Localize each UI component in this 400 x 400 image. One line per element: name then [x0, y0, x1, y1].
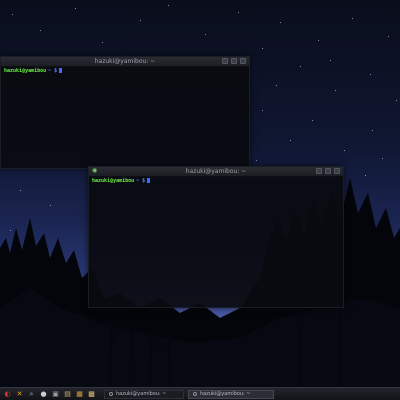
system-menu-icon[interactable]: ◐ [3, 390, 12, 399]
file-manager-icon[interactable]: ▤ [63, 390, 72, 399]
text-cursor [59, 68, 63, 73]
terminal-window-2[interactable]: ◉ hazuki@yamibou: ~ hazuki@yamibou ~ $ [88, 166, 344, 308]
shell-prompt[interactable]: hazuki@yamibou ~ $ [89, 177, 343, 186]
maximize-icon[interactable] [325, 168, 331, 174]
window-title: hazuki@yamibou: ~ [185, 168, 247, 175]
minimize-icon[interactable] [222, 58, 228, 64]
terminal-icon[interactable]: ▣ [51, 390, 60, 399]
prompt-user: hazuki@yamibou [4, 68, 47, 74]
window-titlebar[interactable]: ◉ hazuki@yamibou: ~ [89, 167, 343, 177]
browser-icon[interactable]: ● [39, 390, 48, 399]
window-title: hazuki@yamibou: ~ [94, 58, 156, 65]
prompt-user: hazuki@yamibou [92, 178, 135, 184]
maximize-icon[interactable] [231, 58, 237, 64]
task-label: hazuki@yamibou: ~ [116, 391, 167, 397]
prompt-path: ~ $ [136, 178, 146, 184]
close-icon[interactable] [334, 168, 340, 174]
image-viewer-icon[interactable]: ▦ [75, 390, 84, 399]
shell-prompt[interactable]: hazuki@yamibou ~ $ [1, 67, 249, 76]
taskbar-window-2[interactable]: hazuki@yamibou: ~ [188, 389, 274, 399]
text-cursor [147, 178, 151, 183]
window-icon [193, 392, 197, 396]
taskbar-window-1[interactable]: hazuki@yamibou: ~ [104, 389, 184, 399]
minimize-icon[interactable] [316, 168, 322, 174]
window-icon [109, 392, 113, 396]
taskbar: ◐ ✕ ⌕ ● ▣ ▤ ▦ ▩ hazuki@yamibou: ~ hazuki… [0, 387, 400, 400]
media-icon[interactable]: ▩ [87, 390, 96, 399]
terminal-window-1[interactable]: hazuki@yamibou: ~ hazuki@yamibou ~ $ [0, 56, 250, 169]
window-titlebar[interactable]: hazuki@yamibou: ~ [1, 57, 249, 67]
close-icon[interactable] [240, 58, 246, 64]
prompt-path: ~ $ [48, 68, 58, 74]
task-label: hazuki@yamibou: ~ [200, 391, 251, 397]
search-icon[interactable]: ⌕ [27, 390, 36, 399]
tools-icon[interactable]: ✕ [15, 390, 24, 399]
